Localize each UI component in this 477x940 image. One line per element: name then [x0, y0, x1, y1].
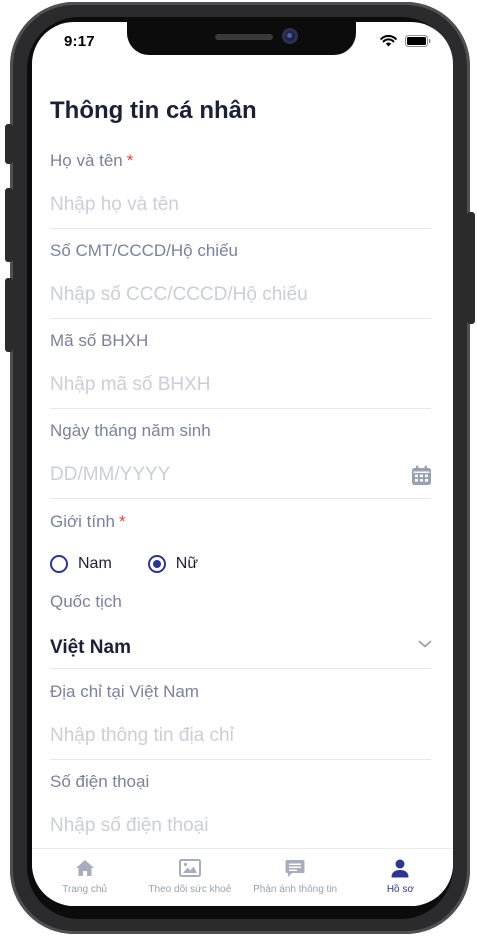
home-icon — [75, 860, 94, 876]
nav-label-home: Trang chủ — [62, 884, 107, 895]
divider — [50, 318, 431, 319]
birth-date-label: Ngày tháng năm sinh — [50, 421, 211, 440]
chevron-down-icon[interactable] — [418, 639, 432, 649]
full-name-label: Họ và tên * — [50, 151, 133, 171]
power-button — [467, 212, 475, 324]
required-mark: * — [119, 512, 126, 531]
divider — [50, 759, 431, 760]
nav-label-feedback: Phản ánh thông tin — [253, 884, 338, 895]
gender-option-male[interactable]: Nam — [50, 555, 112, 573]
nav-item-profile[interactable]: Hồ sơ — [348, 849, 453, 906]
social-insurance-input[interactable] — [50, 374, 431, 396]
gender-label: Giới tính * — [50, 512, 126, 532]
divider — [50, 228, 431, 229]
wifi-icon — [380, 35, 397, 47]
radio-label-male: Nam — [78, 555, 112, 572]
nav-item-feedback[interactable]: Phản ánh thông tin — [243, 849, 348, 906]
gender-label-text: Giới tính — [50, 512, 116, 531]
divider — [50, 408, 431, 409]
nav-item-health-tracking[interactable]: Theo dõi sức khoẻ — [137, 849, 242, 906]
phone-input[interactable] — [50, 815, 431, 837]
app-screen: 9:17 Thông tin cá nhân Họ và tên* Số CMT… — [32, 22, 453, 906]
gender-option-female[interactable]: Nữ — [147, 555, 199, 573]
nationality-select[interactable]: Việt Nam — [50, 637, 131, 659]
user-icon — [391, 859, 409, 877]
id-number-input[interactable] — [50, 284, 431, 306]
volume-down-button — [5, 278, 13, 352]
radio-button-female[interactable] — [147, 555, 166, 573]
nav-label-health-tracking: Theo dõi sức khoẻ — [148, 884, 232, 895]
radio-button-male[interactable] — [50, 555, 68, 573]
battery-icon — [405, 35, 431, 47]
nationality-label: Quốc tịch — [50, 592, 122, 611]
status-icons — [380, 35, 431, 47]
speaker-grille — [215, 34, 273, 40]
birth-date-input[interactable] — [50, 464, 400, 486]
divider — [50, 668, 431, 669]
gender-radio-group: Nam Nữ — [50, 555, 234, 573]
silent-switch — [5, 124, 13, 164]
bottom-navigation: Trang chủ Theo dõi sức khoẻ Phản ánh thô… — [32, 848, 453, 906]
required-mark: * — [126, 151, 134, 170]
volume-up-button — [5, 188, 13, 262]
radio-label-female: Nữ — [175, 555, 199, 572]
full-name-label-text: Họ và tên — [50, 151, 123, 170]
notch — [127, 22, 356, 55]
address-label: Địa chỉ tại Việt Nam — [50, 682, 199, 701]
status-time: 9:17 — [64, 33, 95, 50]
address-input[interactable] — [50, 725, 431, 747]
full-name-input[interactable] — [50, 194, 431, 216]
camera-icon — [282, 28, 298, 44]
divider — [50, 498, 431, 499]
id-number-label: Số CMT/CCCD/Hộ chiếu — [50, 241, 238, 260]
picture-icon — [178, 859, 201, 877]
nav-label-profile: Hồ sơ — [386, 884, 414, 895]
calendar-icon[interactable] — [411, 465, 432, 486]
nav-item-home[interactable]: Trang chủ — [32, 849, 137, 906]
message-icon — [285, 859, 305, 877]
phone-label: Số điện thoại — [50, 772, 150, 791]
social-insurance-label: Mã số BHXH — [50, 331, 149, 350]
page-title: Thông tin cá nhân — [50, 97, 257, 124]
